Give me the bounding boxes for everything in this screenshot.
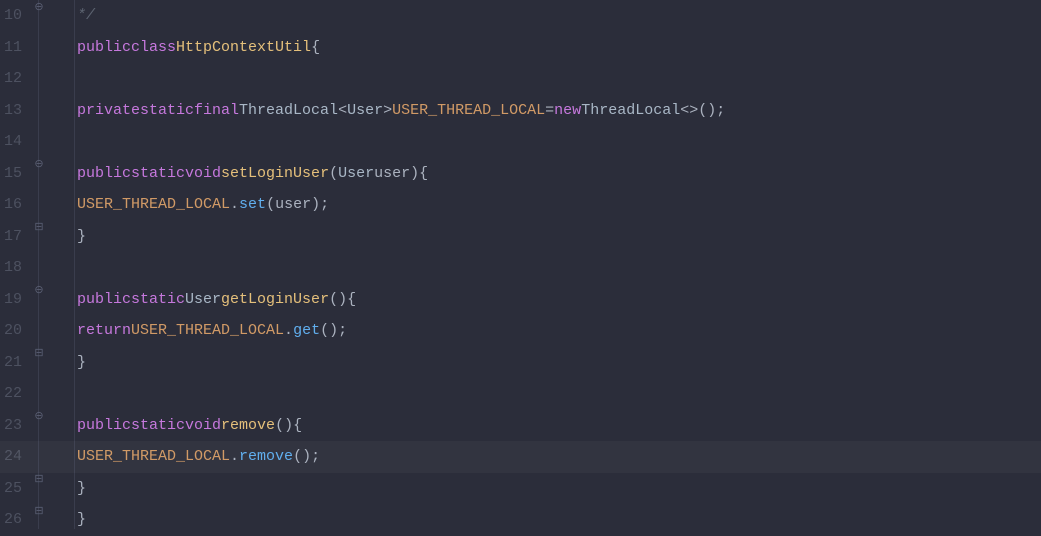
line-number: 18 <box>0 252 22 284</box>
fold-collapse-icon[interactable]: ⊖ <box>33 286 45 298</box>
line-number: 21 <box>0 347 22 379</box>
code-line[interactable] <box>77 63 1041 95</box>
line-number: 11 <box>0 32 22 64</box>
code-line[interactable] <box>77 378 1041 410</box>
fold-end-icon: ⊟ <box>33 349 45 361</box>
fold-collapse-icon[interactable]: ⊖ <box>33 412 45 424</box>
fold-collapse-icon[interactable]: ⊖ <box>33 160 45 172</box>
line-number: 26 <box>0 504 22 536</box>
code-line[interactable]: public static void setLoginUser(User use… <box>77 158 1041 190</box>
line-number: 16 <box>0 189 22 221</box>
line-number: 10 <box>0 0 22 32</box>
fold-end-icon: ⊟ <box>33 223 45 235</box>
fold-end-icon: ⊟ <box>33 475 45 487</box>
code-line[interactable]: public static void remove() { <box>77 410 1041 442</box>
line-number: 25 <box>0 473 22 505</box>
line-number: 20 <box>0 315 22 347</box>
line-number: 14 <box>0 126 22 158</box>
line-number: 19 <box>0 284 22 316</box>
fold-end-icon: ⊟ <box>33 507 45 519</box>
line-number: 15 <box>0 158 22 190</box>
code-line[interactable] <box>77 126 1041 158</box>
code-line[interactable]: } <box>77 347 1041 379</box>
code-line[interactable] <box>77 252 1041 284</box>
code-line[interactable]: public class HttpContextUtil { <box>77 32 1041 64</box>
code-line[interactable]: */ <box>77 0 1041 32</box>
code-area[interactable]: */ public class HttpContextUtil { privat… <box>75 0 1041 529</box>
code-editor[interactable]: 10 11 12 13 14 15 16 17 18 19 20 21 22 2… <box>0 0 1041 529</box>
code-line[interactable]: } <box>77 221 1041 253</box>
code-line[interactable]: USER_THREAD_LOCAL.remove(); <box>77 441 1041 473</box>
line-number: 17 <box>0 221 22 253</box>
line-number: 12 <box>0 63 22 95</box>
code-line[interactable]: private static final ThreadLocal<User> U… <box>77 95 1041 127</box>
code-line[interactable]: return USER_THREAD_LOCAL.get(); <box>77 315 1041 347</box>
fold-collapse-icon[interactable]: ⊖ <box>33 3 45 15</box>
line-number: 13 <box>0 95 22 127</box>
code-line[interactable]: USER_THREAD_LOCAL.set(user); <box>77 189 1041 221</box>
code-line[interactable]: public static User getLoginUser() { <box>77 284 1041 316</box>
line-number: 22 <box>0 378 22 410</box>
code-line[interactable]: } <box>77 504 1041 536</box>
line-number: 23 <box>0 410 22 442</box>
code-line[interactable]: } <box>77 473 1041 505</box>
